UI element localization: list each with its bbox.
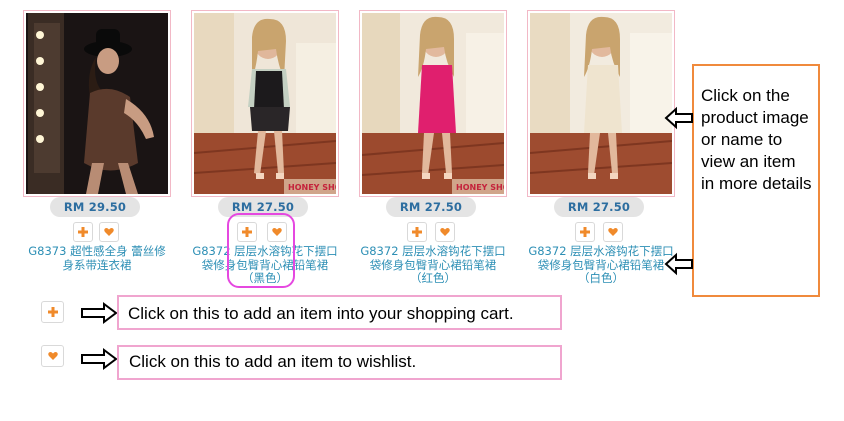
heart-icon [440, 227, 450, 236]
wishlist-callout: Click on this to add an item to wishlist… [117, 345, 562, 380]
legend-cart-button[interactable] [41, 301, 64, 323]
product-price: RM 29.50 [50, 197, 140, 217]
product-image[interactable]: HONEY SHOP [359, 10, 507, 197]
product-image[interactable] [527, 10, 675, 197]
product-price: RM 27.50 [554, 197, 644, 217]
add-to-cart-button[interactable] [73, 222, 93, 242]
product-photo [26, 13, 168, 194]
add-to-wishlist-button[interactable] [99, 222, 119, 242]
plus-icon [580, 227, 590, 237]
product-price: RM 27.50 [386, 197, 476, 217]
product-photo: HONEY SHOP [362, 13, 504, 194]
cart-callout: Click on this to add an item into your s… [117, 295, 562, 330]
button-highlight [227, 213, 295, 288]
legend-wishlist-button[interactable] [41, 345, 64, 367]
heart-icon [48, 351, 58, 360]
left-arrow-icon [664, 106, 693, 130]
add-to-wishlist-button[interactable] [603, 222, 623, 242]
watermark: HONEY SHOP [456, 183, 504, 192]
product-photo: HONEY SHOP [194, 13, 336, 194]
cart-callout-text: Click on this to add an item into your s… [128, 304, 514, 323]
product-name-link[interactable]: G8372 层层水溶钩花下摆口袋修身包臀背心裙铅笔裙（白色） [527, 244, 675, 286]
product-name-link[interactable]: G8372 层层水溶钩花下摆口袋修身包臀背心裙铅笔裙（红色） [359, 244, 507, 286]
right-arrow-icon [81, 302, 118, 324]
view-details-callout: Click on the product image or name to vi… [692, 64, 820, 297]
plus-icon [48, 307, 58, 317]
right-arrow-icon [81, 348, 118, 370]
product-image[interactable]: HONEY SHOP [191, 10, 339, 197]
plus-icon [78, 227, 88, 237]
product-photo [530, 13, 672, 194]
product-name-link[interactable]: G8373 超性感全身 蕾丝修身系带连衣裙 [23, 244, 171, 272]
watermark: HONEY SHOP [288, 183, 336, 192]
wishlist-callout-text: Click on this to add an item to wishlist… [129, 352, 417, 371]
left-arrow-icon [664, 252, 693, 276]
add-to-cart-button[interactable] [407, 222, 427, 242]
plus-icon [412, 227, 422, 237]
heart-icon [608, 227, 618, 236]
product-image[interactable] [23, 10, 171, 197]
heart-icon [104, 227, 114, 236]
add-to-wishlist-button[interactable] [435, 222, 455, 242]
add-to-cart-button[interactable] [575, 222, 595, 242]
